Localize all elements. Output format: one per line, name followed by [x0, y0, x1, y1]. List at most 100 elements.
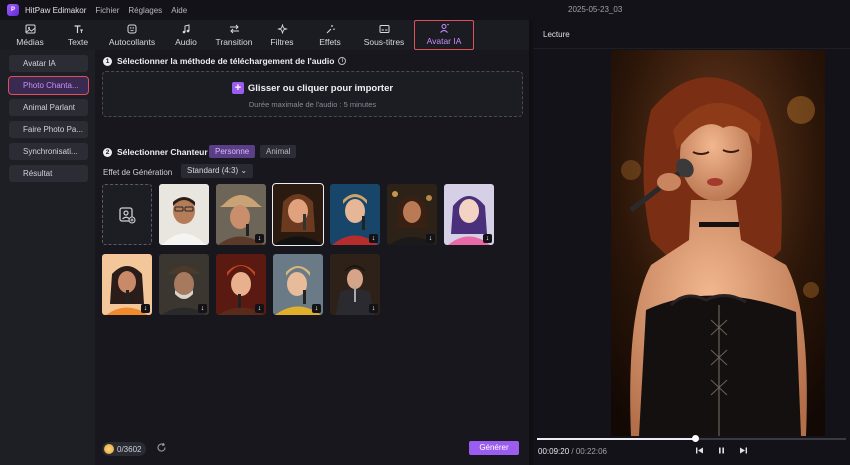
tab-label: Audio: [175, 37, 197, 47]
refresh-icon[interactable]: [156, 442, 167, 453]
tab-label: Effets: [319, 37, 341, 47]
filter-animal[interactable]: Animal: [260, 145, 297, 158]
time-readout: 00:09:20 / 00:22:06: [538, 447, 607, 456]
skip-forward-icon[interactable]: [739, 446, 748, 455]
singer-thumb-8[interactable]: ↓: [159, 254, 209, 315]
tab-label: Médias: [16, 37, 44, 47]
effect-select[interactable]: Standard (4:3) ⌄: [181, 164, 254, 178]
add-photo-icon: [119, 206, 136, 224]
step-number: 1: [103, 56, 112, 66]
tab-avatar-ia[interactable]: Avatar IA: [414, 20, 474, 50]
tab-audio[interactable]: Audio: [162, 20, 210, 50]
tab-effets[interactable]: Effets: [306, 20, 354, 50]
tab-label: Texte: [67, 37, 89, 47]
total-time: 00:22:06: [575, 447, 607, 456]
sidebar-item-resultat[interactable]: Résultat: [9, 165, 88, 182]
text-icon: [74, 25, 83, 33]
step-1-heading: 1 Sélectionner la méthode de téléchargem…: [103, 56, 347, 66]
sidebar-item-synchronisation[interactable]: Synchronisati...: [9, 143, 88, 160]
tab-medias[interactable]: Médias: [6, 20, 54, 50]
download-icon: ↓: [312, 304, 321, 313]
download-icon: ↓: [426, 234, 435, 243]
transition-icon: [229, 24, 239, 34]
step-number: 2: [103, 147, 112, 157]
music-icon: [182, 24, 189, 34]
avatar-sidebar: Avatar IA Photo Chanta... Animal Parlant…: [0, 50, 95, 465]
add-singer-button[interactable]: [102, 184, 152, 245]
sidebar-item-avatar-ia[interactable]: Avatar IA: [9, 55, 88, 72]
divider: [533, 48, 850, 49]
singer-thumb-9[interactable]: ↓: [216, 254, 266, 315]
sticker-icon: [127, 24, 136, 34]
upload-main: + Glisser ou cliquer pour importer: [103, 82, 522, 94]
download-icon: ↓: [369, 304, 378, 313]
tab-transition[interactable]: Transition: [210, 20, 258, 50]
app-name: HitPaw Edimakor: [25, 5, 87, 15]
singer-thumb-2[interactable]: ↓: [216, 184, 266, 245]
generate-button[interactable]: Générer: [469, 441, 519, 455]
pause-icon[interactable]: [717, 446, 726, 455]
progress-handle[interactable]: [691, 435, 699, 442]
media-icon: [25, 24, 35, 34]
effect-label: Effet de Génération: [103, 168, 173, 177]
time-separator: /: [571, 447, 574, 456]
avatar-footer: 0/3602 Générer: [95, 435, 529, 465]
skip-back-icon[interactable]: [695, 446, 704, 455]
coin-icon: [104, 444, 114, 454]
step-title: Sélectionner la méthode de téléchargemen…: [117, 56, 335, 66]
singer-portrait: [162, 197, 206, 245]
singer-thumb-6[interactable]: ↓: [444, 184, 494, 245]
menu-fichier[interactable]: Fichier: [95, 6, 119, 15]
sidebar-item-photo-chantante[interactable]: Photo Chanta...: [8, 76, 89, 95]
download-icon: ↓: [198, 304, 207, 313]
download-icon: ↓: [255, 304, 264, 313]
step-title: Sélectionner Chanteur: [117, 147, 208, 157]
player-title: Lecture: [543, 30, 570, 39]
filter-icon: [276, 24, 288, 34]
info-icon[interactable]: i: [338, 57, 347, 65]
credit-value: 0/3602: [117, 444, 142, 454]
video-preview[interactable]: [611, 50, 825, 436]
menu-reglages[interactable]: Réglages: [128, 6, 162, 15]
chevron-down-icon: ⌄: [240, 166, 248, 175]
player-panel: Lecture 00:09:20 / 00:22:06: [533, 20, 850, 465]
current-time: 00:09:20: [538, 447, 570, 456]
filter-personne[interactable]: Personne: [209, 145, 256, 158]
upload-main-text: Glisser ou cliquer pour importer: [247, 82, 394, 94]
singer-thumb-10[interactable]: ↓: [273, 254, 323, 315]
playback-progress[interactable]: [537, 435, 846, 442]
menu-aide[interactable]: Aide: [171, 6, 187, 15]
singer-thumb-4[interactable]: ↓: [330, 184, 380, 245]
left-panel: Médias Texte Autocollants Audio Transiti…: [0, 20, 529, 465]
download-icon: ↓: [255, 234, 264, 243]
avatar-ai-icon: [439, 23, 449, 33]
tab-label: Transition: [215, 37, 253, 47]
tab-label: Filtres: [270, 37, 294, 47]
tab-label: Sous-titres: [363, 37, 405, 47]
sidebar-item-animal-parlant[interactable]: Animal Parlant: [9, 99, 88, 116]
tab-sous-titres[interactable]: Sous-titres: [354, 20, 414, 50]
download-icon: ↓: [369, 234, 378, 243]
tab-texte[interactable]: Texte: [54, 20, 102, 50]
step-2-heading: 2 Sélectionner Chanteur: [103, 147, 208, 157]
tab-filtres[interactable]: Filtres: [258, 20, 306, 50]
app-logo-icon: P: [7, 4, 19, 16]
sidebar-item-faire-photo-parler[interactable]: Faire Photo Pa...: [9, 121, 88, 138]
tab-label: Autocollants: [108, 37, 156, 47]
title-bar: P HitPaw Edimakor Fichier Réglages Aide …: [0, 0, 850, 20]
tab-autocollants[interactable]: Autocollants: [102, 20, 162, 50]
audio-upload-dropzone[interactable]: + Glisser ou cliquer pour importer Durée…: [102, 71, 523, 117]
singer-thumb-5[interactable]: ↓: [387, 184, 437, 245]
credit-counter: 0/3602: [102, 442, 147, 456]
progress-fill: [537, 438, 695, 440]
singer-thumb-3[interactable]: [272, 183, 324, 246]
plus-icon: +: [231, 82, 244, 94]
feature-tabs: Médias Texte Autocollants Audio Transiti…: [0, 20, 529, 50]
singer-thumb-11[interactable]: ↓: [330, 254, 380, 315]
effect-value: Standard (4:3): [187, 166, 239, 175]
singer-thumb-1[interactable]: [159, 184, 209, 245]
project-date: 2025-05-23_03: [568, 5, 623, 14]
subtitles-icon: [379, 25, 389, 33]
download-icon: ↓: [141, 304, 150, 313]
singer-thumb-7[interactable]: ↓: [102, 254, 152, 315]
